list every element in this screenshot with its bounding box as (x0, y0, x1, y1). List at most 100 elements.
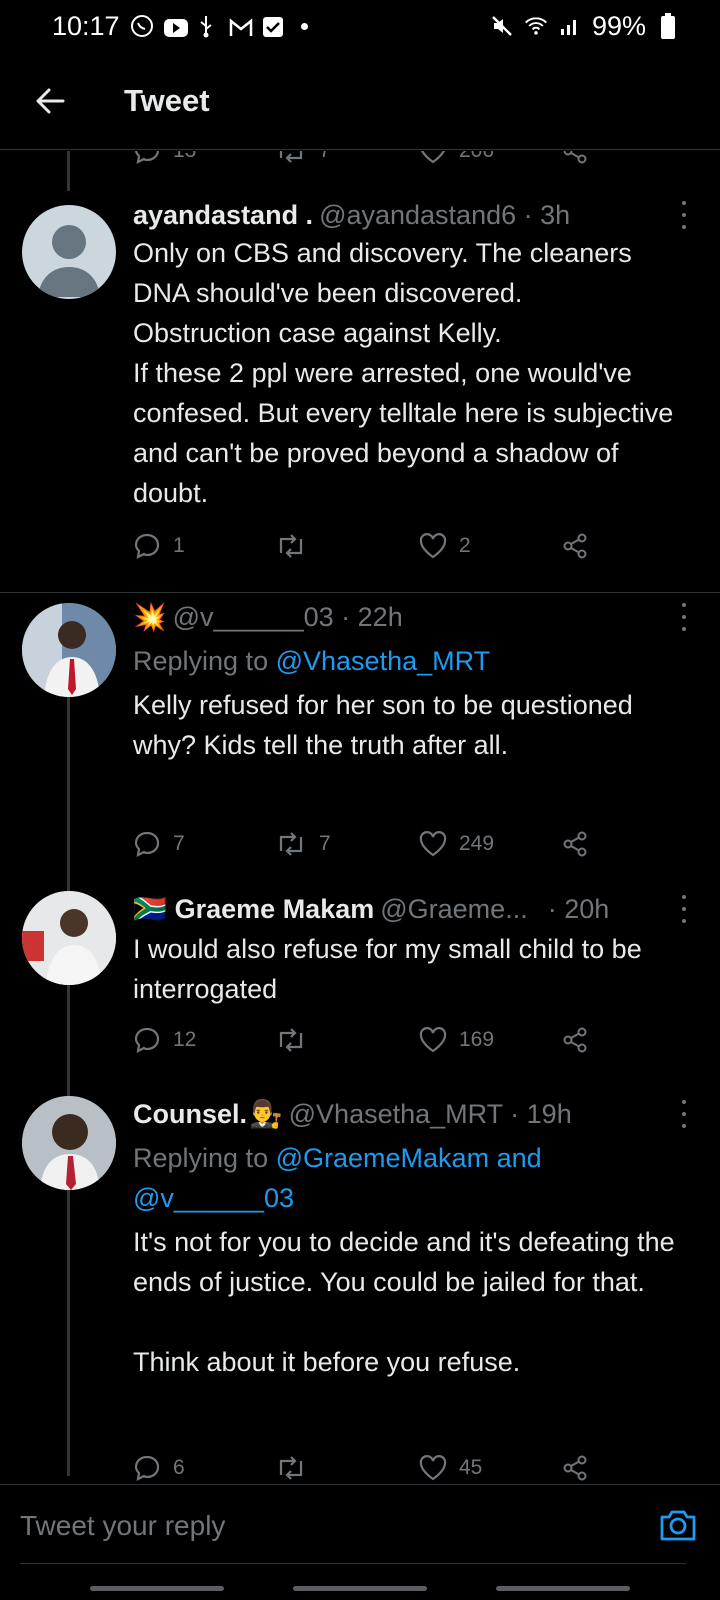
retweet-count: 7 (319, 151, 331, 163)
reply-button[interactable]: 1 (133, 528, 185, 564)
reply-button[interactable]: 7 (133, 826, 185, 862)
like-button[interactable]: 45 (419, 1450, 482, 1484)
tweet-text: Only on CBS and discovery. The cleaners … (133, 238, 674, 508)
retweet-button[interactable] (275, 1450, 319, 1484)
reply-icon (134, 533, 160, 559)
thread-line (67, 151, 70, 191)
reply-button[interactable]: 12 (133, 1022, 196, 1058)
mention-link[interactable]: @GraemeMakam and (276, 1143, 542, 1173)
share-button[interactable] (561, 151, 589, 169)
like-count: 206 (459, 151, 494, 163)
page-title: Tweet (124, 82, 210, 118)
author-name[interactable]: 💥 (133, 601, 167, 633)
nav-recent-handle[interactable] (90, 1586, 224, 1591)
reply-button[interactable]: 13 (133, 151, 196, 169)
retweet-button[interactable]: 7 (275, 151, 331, 169)
reply-count: 7 (173, 832, 185, 855)
tweet-text: It's not for you to decide and it's defe… (133, 1227, 675, 1377)
like-button[interactable]: 206 (419, 151, 494, 169)
reply-count: 13 (173, 151, 196, 163)
author-name[interactable]: ayandastand . (133, 200, 313, 231)
heart-icon (419, 1455, 447, 1481)
author-handle[interactable]: @v______03 · 22h (173, 602, 403, 633)
reply-icon (134, 151, 160, 164)
signal-icon (558, 14, 582, 38)
reply-button[interactable]: 6 (133, 1450, 185, 1484)
youtube-icon (163, 14, 188, 38)
mention-link[interactable]: @v______03 (133, 1183, 294, 1213)
judge-emoji: 👨‍⚖️ (249, 1099, 283, 1129)
heart-icon (421, 151, 445, 164)
retweet-button[interactable] (275, 528, 319, 564)
avatar[interactable] (22, 891, 116, 985)
share-icon (563, 533, 587, 559)
share-icon (563, 1027, 587, 1053)
share-button[interactable] (561, 528, 589, 564)
flag-icon: 🇿🇦 (133, 894, 167, 924)
share-button[interactable] (561, 826, 589, 862)
retweet-count: 7 (319, 832, 331, 855)
retweet-icon (279, 534, 303, 558)
tweet-text: Kelly refused for her son to be question… (133, 690, 633, 760)
reply-count: 1 (173, 534, 185, 557)
more-options-button[interactable] (674, 1100, 694, 1128)
more-options-button[interactable] (674, 895, 694, 923)
back-button[interactable] (20, 71, 80, 131)
author-handle[interactable]: @Vhasetha_MRT · 19h (289, 1099, 572, 1130)
retweet-button[interactable]: 7 (275, 826, 331, 862)
tweet[interactable]: Counsel. 👨‍⚖️ @Vhasetha_MRT · 19h Replyi… (0, 1096, 720, 1484)
heart-icon (419, 533, 447, 559)
gmail-icon (229, 14, 253, 38)
share-icon (563, 151, 587, 164)
tweet-actions: 1 2 (133, 528, 603, 564)
partial-tweet-actions: 13 7 206 (133, 151, 603, 169)
tweet[interactable]: 💥 @v______03 · 22h Replying to @Vhasetha… (0, 593, 720, 893)
wifi-icon (524, 14, 548, 38)
composer-divider (20, 1563, 686, 1564)
reply-count: 6 (173, 1456, 185, 1479)
checkbox-icon (262, 14, 286, 38)
tweet[interactable]: 🇿🇦 Graeme Makam @Graeme... · 20h I would… (0, 891, 720, 1091)
replying-prefix: Replying to (133, 646, 269, 676)
status-time: 10:17 (52, 10, 120, 41)
camera-button[interactable] (658, 1505, 698, 1545)
avatar-default[interactable] (22, 205, 116, 299)
system-nav-bar (0, 1582, 720, 1600)
nav-back-handle[interactable] (496, 1586, 630, 1591)
like-button[interactable]: 2 (419, 528, 471, 564)
whatsapp-icon (130, 14, 154, 38)
like-button[interactable]: 169 (419, 1022, 494, 1058)
more-options-button[interactable] (674, 603, 694, 631)
battery-icon (656, 13, 680, 39)
share-icon (563, 1455, 587, 1481)
replying-to: Replying to @Vhasetha_MRT (133, 641, 694, 681)
like-count: 169 (459, 1028, 495, 1051)
avatar[interactable] (22, 603, 116, 697)
share-button[interactable] (561, 1022, 589, 1058)
like-button[interactable]: 249 (419, 826, 494, 862)
author-name[interactable]: Counsel. (133, 1099, 247, 1130)
share-icon (563, 831, 587, 857)
more-options-button[interactable] (674, 201, 694, 229)
tweet-text: I would also refuse for my small child t… (133, 934, 642, 1004)
tweet-feed[interactable]: 13 7 206 ayandastand . @ayandastand6 · 3… (0, 151, 720, 1484)
reply-input[interactable] (20, 1497, 620, 1555)
mention-link[interactable]: @Vhasetha_MRT (276, 646, 491, 676)
retweet-button[interactable] (275, 1022, 319, 1058)
retweet-icon (279, 1028, 303, 1052)
avatar[interactable] (22, 1096, 116, 1190)
author-handle[interactable]: @Graeme... (380, 894, 527, 925)
usb-icon (196, 14, 220, 38)
author-handle[interactable]: @ayandastand6 · 3h (319, 200, 570, 231)
reply-icon (134, 1027, 160, 1053)
system-icons: 99% (490, 11, 680, 42)
tweet[interactable]: ayandastand . @ayandastand6 · 3h Only on… (0, 191, 720, 581)
share-button[interactable] (561, 1450, 589, 1484)
like-count: 249 (459, 832, 495, 855)
mute-icon (490, 14, 514, 38)
replying-prefix: Replying to (133, 1143, 269, 1173)
nav-home-handle[interactable] (293, 1586, 427, 1591)
tweet-time: · 20h (547, 893, 610, 924)
author-name[interactable]: Graeme Makam (175, 894, 375, 925)
notification-icons (130, 14, 308, 38)
